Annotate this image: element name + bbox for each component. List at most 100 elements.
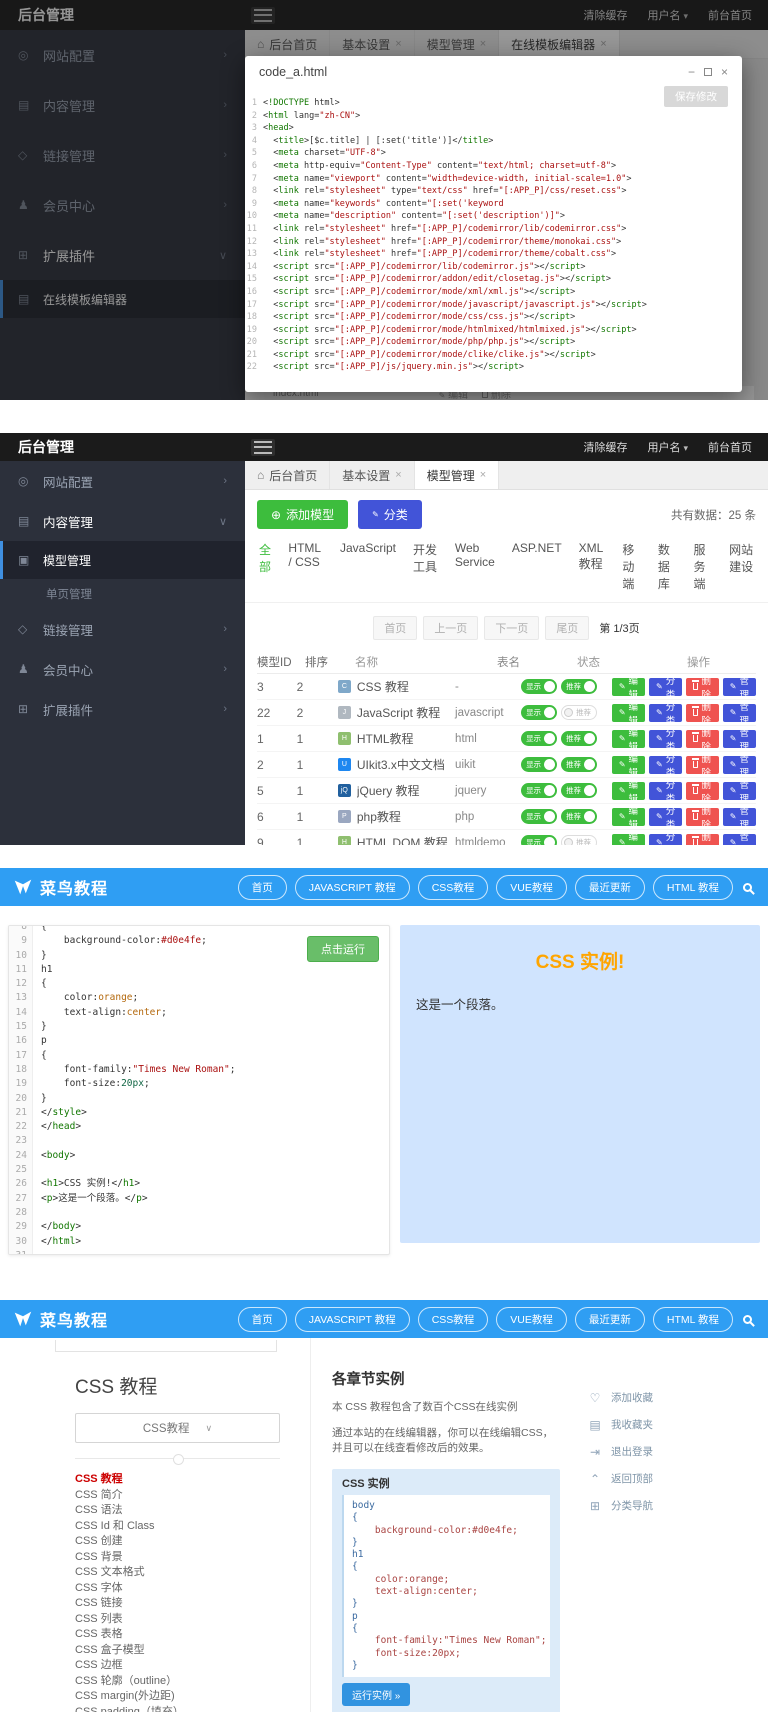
编辑-button[interactable]: ✎编辑 bbox=[612, 678, 645, 696]
clear-cache-link[interactable]: 清除缓存 bbox=[583, 439, 627, 455]
minimize-icon[interactable]: − bbox=[688, 65, 695, 79]
search-icon[interactable] bbox=[743, 883, 752, 892]
chapter-link-CSS 字体[interactable]: CSS 字体 bbox=[75, 1581, 280, 1597]
nav-item-HTML 教程[interactable]: HTML 教程 bbox=[653, 1307, 733, 1332]
管理-button[interactable]: ✎管理 bbox=[723, 678, 756, 696]
maximize-icon[interactable] bbox=[704, 68, 712, 76]
chapter-link-CSS Id 和 Class[interactable]: CSS Id 和 Class bbox=[75, 1519, 280, 1535]
chapter-link-CSS 简介[interactable]: CSS 简介 bbox=[75, 1488, 280, 1504]
page-link-下一页[interactable]: 下一页 bbox=[484, 616, 539, 640]
编辑-button[interactable]: ✎编辑 bbox=[612, 782, 645, 800]
管理-button[interactable]: ✎管理 bbox=[723, 834, 756, 846]
分类-button[interactable]: ✎分类 bbox=[649, 756, 682, 774]
chapter-link-CSS 边框[interactable]: CSS 边框 bbox=[75, 1658, 280, 1674]
chapter-link-CSS padding（填充）[interactable]: CSS padding（填充） bbox=[75, 1705, 280, 1712]
chapter-link-CSS 教程[interactable]: CSS 教程 bbox=[75, 1472, 280, 1488]
close-tab-icon[interactable]: × bbox=[395, 469, 401, 481]
删除-button[interactable]: 删除 bbox=[686, 704, 719, 722]
nav-item-最近更新[interactable]: 最近更新 bbox=[575, 1307, 645, 1332]
删除-button[interactable]: 删除 bbox=[686, 678, 719, 696]
show-toggle[interactable]: 显示 bbox=[521, 835, 557, 845]
分类-button[interactable]: ✎分类 bbox=[649, 808, 682, 826]
nav-item-VUE教程[interactable]: VUE教程 bbox=[496, 875, 567, 900]
recommend-toggle[interactable]: 推荐 bbox=[561, 809, 597, 824]
recommend-toggle[interactable]: 推荐 bbox=[561, 835, 597, 845]
code-editor[interactable]: 点击运行 8{9 background-color:#d0e4fe;10}11h… bbox=[8, 925, 390, 1255]
show-toggle[interactable]: 显示 bbox=[521, 679, 557, 694]
editor-lines[interactable]: 8{9 background-color:#d0e4fe;10}11h112{1… bbox=[9, 925, 389, 1255]
run-code-button[interactable]: 点击运行 bbox=[307, 936, 379, 962]
删除-button[interactable]: 删除 bbox=[686, 808, 719, 826]
search-icon[interactable] bbox=[743, 1315, 752, 1324]
管理-button[interactable]: ✎管理 bbox=[723, 730, 756, 748]
分类-button[interactable]: ✎分类 bbox=[649, 730, 682, 748]
nav-item-JAVASCRIPT 教程[interactable]: JAVASCRIPT 教程 bbox=[295, 875, 410, 900]
分类-button[interactable]: ✎分类 bbox=[649, 704, 682, 722]
sidebar-item-会员中心[interactable]: ♟会员中心› bbox=[0, 649, 245, 689]
chapter-link-CSS 创建[interactable]: CSS 创建 bbox=[75, 1534, 280, 1550]
chapter-link-CSS 轮廓（outline）[interactable]: CSS 轮廓（outline） bbox=[75, 1674, 280, 1690]
action-退出登录[interactable]: ⇥退出登录 bbox=[588, 1444, 653, 1459]
recommend-toggle[interactable]: 推荐 bbox=[561, 757, 597, 772]
frontend-home-link[interactable]: 前台首页 bbox=[708, 439, 752, 455]
tab-基本设置[interactable]: 基本设置× bbox=[330, 461, 414, 489]
menu-toggle-icon[interactable] bbox=[251, 439, 275, 456]
chapter-link-CSS margin(外边距)[interactable]: CSS margin(外边距) bbox=[75, 1689, 280, 1705]
action-添加收藏[interactable]: ♡添加收藏 bbox=[588, 1390, 653, 1405]
删除-button[interactable]: 删除 bbox=[686, 834, 719, 846]
filter-全部[interactable]: 全部 bbox=[259, 541, 271, 592]
chapter-link-CSS 表格[interactable]: CSS 表格 bbox=[75, 1627, 280, 1643]
filter-HTML / CSS[interactable]: HTML / CSS bbox=[288, 541, 323, 592]
删除-button[interactable]: 删除 bbox=[686, 730, 719, 748]
tutorial-select[interactable]: CSS教程 ∨ bbox=[75, 1413, 280, 1443]
chapter-link-CSS 盒子模型[interactable]: CSS 盒子模型 bbox=[75, 1643, 280, 1659]
site-logo[interactable]: 菜鸟教程 bbox=[12, 875, 108, 899]
run-example-button[interactable]: 运行实例 » bbox=[342, 1683, 410, 1706]
recommend-toggle[interactable]: 推荐 bbox=[561, 783, 597, 798]
recommend-toggle[interactable]: 推荐 bbox=[561, 679, 597, 694]
nav-item-JAVASCRIPT 教程[interactable]: JAVASCRIPT 教程 bbox=[295, 1307, 410, 1332]
nav-item-首页[interactable]: 首页 bbox=[238, 1307, 287, 1332]
sidebar-item-链接管理[interactable]: ◇链接管理› bbox=[0, 609, 245, 649]
save-changes-button[interactable]: 保存修改 bbox=[664, 86, 728, 107]
chapter-link-CSS 列表[interactable]: CSS 列表 bbox=[75, 1612, 280, 1628]
close-icon[interactable]: × bbox=[721, 65, 728, 79]
sidebar-item-模型管理[interactable]: ▣模型管理 bbox=[0, 541, 245, 579]
管理-button[interactable]: ✎管理 bbox=[723, 756, 756, 774]
filter-网站建设[interactable]: 网站建设 bbox=[729, 541, 754, 592]
username-menu[interactable]: 用户名▾ bbox=[647, 439, 688, 455]
site-logo[interactable]: 菜鸟教程 bbox=[12, 1307, 108, 1331]
page-link-上一页[interactable]: 上一页 bbox=[423, 616, 478, 640]
管理-button[interactable]: ✎管理 bbox=[723, 704, 756, 722]
sidebar-item-扩展插件[interactable]: ⊞扩展插件› bbox=[0, 689, 245, 729]
chapter-link-CSS 链接[interactable]: CSS 链接 bbox=[75, 1596, 280, 1612]
管理-button[interactable]: ✎管理 bbox=[723, 782, 756, 800]
chapter-link-CSS 文本格式[interactable]: CSS 文本格式 bbox=[75, 1565, 280, 1581]
filter-移动端[interactable]: 移动端 bbox=[622, 541, 641, 592]
page-link-尾页[interactable]: 尾页 bbox=[545, 616, 589, 640]
nav-item-首页[interactable]: 首页 bbox=[238, 875, 287, 900]
action-分类导航[interactable]: ⊞分类导航 bbox=[588, 1498, 653, 1513]
filter-ASP.NET[interactable]: ASP.NET bbox=[512, 541, 562, 592]
close-tab-icon[interactable]: × bbox=[480, 469, 486, 481]
chapter-link-CSS 背景[interactable]: CSS 背景 bbox=[75, 1550, 280, 1566]
recommend-toggle[interactable]: 推荐 bbox=[561, 705, 597, 720]
modal-code-area[interactable]: 1<!DOCTYPE html>2<html lang="zh-CN">3<he… bbox=[245, 97, 742, 374]
chapter-link-CSS 语法[interactable]: CSS 语法 bbox=[75, 1503, 280, 1519]
编辑-button[interactable]: ✎编辑 bbox=[612, 704, 645, 722]
编辑-button[interactable]: ✎编辑 bbox=[612, 756, 645, 774]
show-toggle[interactable]: 显示 bbox=[521, 809, 557, 824]
分类-button[interactable]: ✎分类 bbox=[649, 834, 682, 846]
编辑-button[interactable]: ✎编辑 bbox=[612, 834, 645, 846]
filter-Web Service[interactable]: Web Service bbox=[455, 541, 495, 592]
编辑-button[interactable]: ✎编辑 bbox=[612, 808, 645, 826]
tab-后台首页[interactable]: ⌂后台首页 bbox=[245, 461, 330, 489]
nav-item-CSS教程[interactable]: CSS教程 bbox=[418, 875, 489, 900]
nav-item-HTML 教程[interactable]: HTML 教程 bbox=[653, 875, 733, 900]
sidebar-item-单页管理[interactable]: 单页管理 bbox=[0, 579, 245, 609]
filter-数据库[interactable]: 数据库 bbox=[658, 541, 677, 592]
recommend-toggle[interactable]: 推荐 bbox=[561, 731, 597, 746]
action-返回顶部[interactable]: ⌃返回顶部 bbox=[588, 1471, 653, 1486]
删除-button[interactable]: 删除 bbox=[686, 782, 719, 800]
page-link-首页[interactable]: 首页 bbox=[373, 616, 417, 640]
